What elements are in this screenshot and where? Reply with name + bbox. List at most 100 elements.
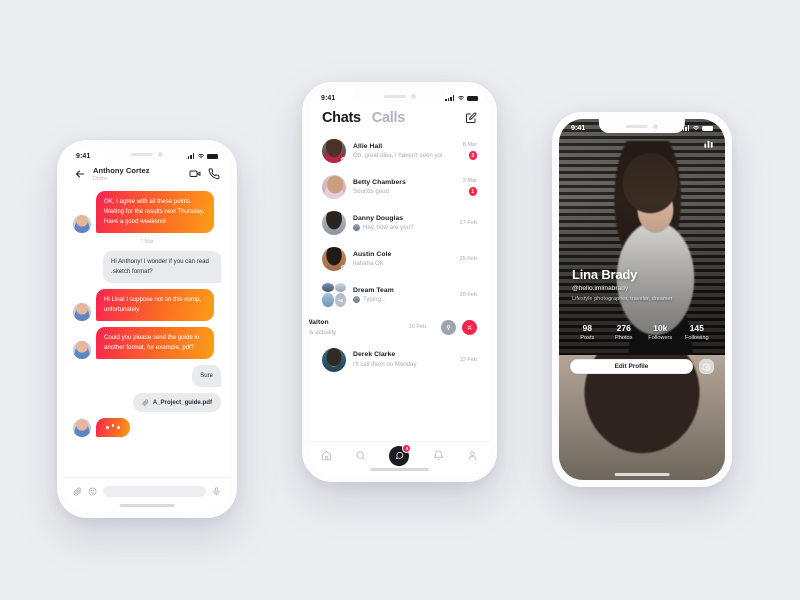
message-row: OK, I agree with all these points. Waiti…: [73, 191, 221, 234]
message-input[interactable]: [103, 486, 206, 497]
chat-date: 8 Mar: [462, 142, 477, 149]
chat-tab-button[interactable]: 4: [389, 443, 412, 466]
status-time: 9:41: [321, 94, 336, 102]
stat-posts[interactable]: 98 Posts: [569, 323, 606, 341]
avatar: [322, 347, 346, 372]
home-indicator: [614, 473, 670, 476]
chat-contact[interactable]: Anthony Cortez Online: [93, 166, 182, 182]
home-icon[interactable]: [321, 450, 332, 461]
stat-photos[interactable]: 276 Photos: [606, 323, 643, 341]
compose-pencil-icon[interactable]: [465, 112, 477, 124]
chats-list[interactable]: Allie Hall Oh, great idea, I haven't see…: [309, 133, 490, 380]
screenshot-stage: 9:41 Anthony Cortez Online OK, I agree w…: [0, 0, 800, 600]
gear-icon: [702, 362, 710, 371]
signal-bars-icon: [445, 95, 454, 101]
phone-notch: [103, 147, 191, 161]
stat-label: Following: [684, 335, 709, 341]
group-avatar-2: [334, 283, 346, 292]
chat-preview: Hey, how are you?: [353, 224, 442, 232]
typing-indicator: [96, 418, 130, 438]
edit-profile-button[interactable]: Edit Profile: [570, 359, 693, 374]
chat-preview-text: Typing...: [363, 296, 387, 304]
chat-list-item[interactable]: Austin Cole hahaha OK 25 Feb: [309, 241, 490, 277]
chat-list-item-swiped[interactable]: ne Walton t know actually 16 Feb: [309, 313, 490, 342]
date-separator: 7 Mar: [140, 239, 154, 246]
chat-list-item[interactable]: Allie Hall Oh, great idea, I haven't see…: [309, 133, 490, 169]
chat-message-list[interactable]: OK, I agree with all these points. Waiti…: [64, 188, 230, 438]
avatar: [322, 139, 346, 163]
person-icon[interactable]: [467, 450, 478, 461]
chat-item-meta: 27 Feb: [449, 220, 477, 226]
chat-list-item-group[interactable]: +4 Dream Team Typing... 20 Feb: [309, 277, 490, 313]
chat-name: Derek Clarke: [353, 351, 396, 359]
bar-chart-icon[interactable]: [703, 138, 714, 149]
online-indicator: [340, 156, 346, 162]
profile-bio: Lifestyle photographer, traveler, dreame…: [572, 296, 673, 302]
file-attachment-bubble[interactable]: A_Project_guide.pdf: [132, 393, 221, 413]
message-bubble-outgoing: Hi Anthony! I wonder if you can read .sk…: [103, 251, 221, 284]
notch-speaker: [383, 94, 406, 98]
microphone-icon[interactable]: [212, 487, 221, 496]
notch-camera: [653, 123, 658, 129]
message-bubble-incoming: Could you please send the guide in anoth…: [96, 327, 214, 360]
video-camera-icon[interactable]: [189, 168, 201, 180]
bell-icon[interactable]: [433, 450, 444, 461]
chat-bubble-icon: [396, 452, 404, 460]
chat-name: Austin Cole: [353, 250, 392, 258]
chat-item-text: Betty Chambers Sounds good: [353, 179, 442, 196]
battery-icon: [702, 125, 713, 131]
chat-preview-text: Hey, how are you?: [363, 224, 414, 232]
stat-value: 10k: [653, 323, 668, 333]
unread-badge: 1: [468, 187, 477, 196]
stat-following[interactable]: 145 Following: [679, 323, 716, 341]
chat-list-item[interactable]: Danny Douglas Hey, how are you? 27 Feb: [309, 205, 490, 241]
stat-value: 145: [689, 323, 704, 333]
notch-speaker: [626, 124, 648, 128]
chat-list-item[interactable]: Derek Clarke I'll call them on Monday 12…: [309, 342, 490, 378]
phone-icon[interactable]: [208, 168, 220, 180]
chat-item-text: Allie Hall Oh, great idea, I haven't see…: [353, 143, 442, 160]
tab-calls[interactable]: Calls: [372, 110, 405, 126]
pin-chat-button[interactable]: [441, 319, 456, 335]
wifi-icon: [197, 153, 204, 159]
stat-value: 98: [582, 323, 593, 333]
search-icon[interactable]: [355, 450, 366, 461]
stat-followers[interactable]: 10k Followers: [642, 323, 679, 341]
avatar: [73, 215, 91, 234]
chat-date: 27 Feb: [459, 220, 477, 226]
tab-chats[interactable]: Chats: [322, 110, 361, 126]
avatar: [73, 303, 91, 322]
profile-stats: 98 Posts 276 Photos 10k Followers 145 Fo…: [569, 323, 715, 341]
message-row-attachment[interactable]: A_Project_guide.pdf: [73, 393, 221, 413]
avatar[interactable]: [559, 355, 725, 480]
status-icons: [185, 153, 218, 159]
settings-button[interactable]: [699, 359, 714, 374]
chat-date: 16 Feb: [408, 324, 426, 331]
phone-chat-detail: 9:41 Anthony Cortez Online OK, I agree w…: [57, 140, 237, 518]
chat-list-item[interactable]: Betty Chambers Sounds good 3 Mar 1: [309, 169, 490, 205]
chat-preview: Sounds good: [353, 188, 389, 196]
chat-item-meta: 20 Feb: [449, 292, 477, 298]
smiley-icon[interactable]: [88, 487, 97, 496]
notch-camera: [158, 151, 163, 157]
wifi-icon: [692, 125, 699, 131]
swipe-actions: [441, 319, 477, 335]
chat-preview: Typing...: [353, 296, 442, 304]
stat-label: Photos: [615, 335, 633, 341]
chat-item-text: Dream Team Typing...: [353, 287, 442, 304]
paperclip-icon[interactable]: [73, 487, 82, 496]
chat-preview: Oh, great idea, I haven't seen you for: [353, 152, 442, 160]
group-avatar: +4: [322, 283, 346, 307]
stat-label: Followers: [648, 335, 673, 341]
back-arrow-icon[interactable]: [74, 168, 86, 180]
profile-name: Lina Brady: [572, 267, 638, 282]
chat-date: 3 Mar: [462, 178, 477, 185]
status-time: 9:41: [76, 152, 91, 160]
delete-chat-button[interactable]: [462, 319, 477, 335]
profile-screen: 9:41 Lina Brady @hello.imlinabrady Lifes…: [559, 119, 725, 480]
status-icons: [445, 95, 478, 101]
chat-unread-badge: 4: [402, 443, 412, 453]
chat-item-text: Derek Clarke I'll call them on Monday: [353, 351, 442, 368]
feed-post: Lina Brady 5 min ago Los Angeles ••• So …: [559, 355, 725, 480]
avatar: [73, 419, 91, 438]
